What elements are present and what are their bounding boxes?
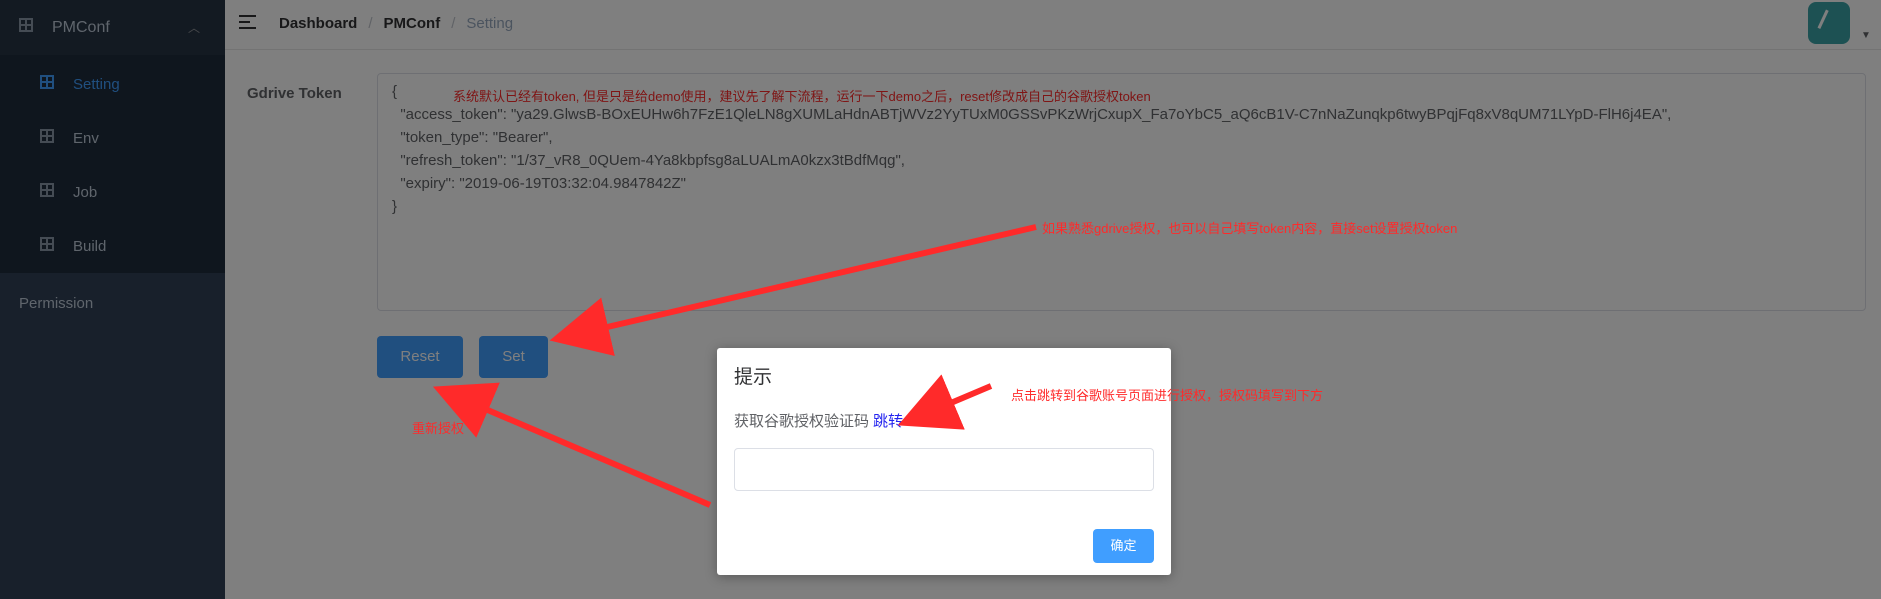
annotation-arrows (432, 224, 1037, 508)
arrow-to-reset (432, 382, 712, 508)
arrow-to-set (549, 224, 1037, 357)
arrow-to-jump-link (897, 374, 993, 430)
